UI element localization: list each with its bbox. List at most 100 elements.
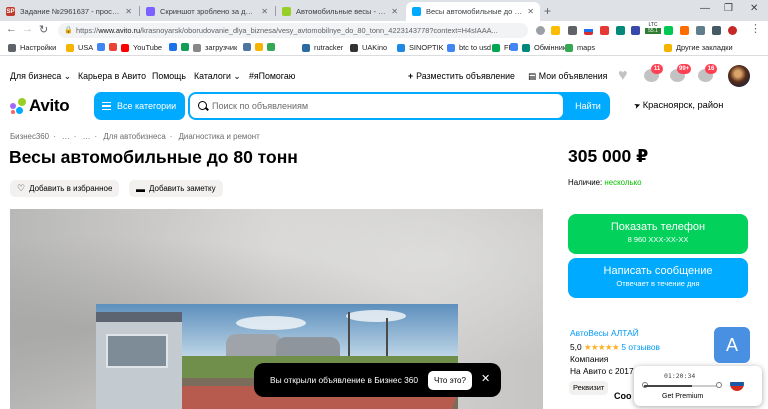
bookmark-item[interactable] [169, 43, 181, 51]
breadcrumb-item[interactable]: Бизнес360 [10, 132, 49, 141]
extension-icon[interactable] [600, 26, 609, 35]
breadcrumb-item[interactable]: … [83, 132, 91, 141]
search-input[interactable]: Поиск по объявлениям [190, 94, 563, 118]
extension-icon[interactable] [680, 26, 689, 35]
ltc-value: 55.1 [645, 28, 661, 34]
breadcrumb-separator: · [73, 132, 77, 141]
breadcrumb-item[interactable]: … [62, 132, 70, 141]
nav-catalogs[interactable]: Каталоги ⌄ [194, 71, 241, 82]
tab-title: Задание №2961637 - просмотр з [20, 7, 121, 16]
bookmark-item[interactable]: Настройки [8, 43, 56, 52]
seller-name[interactable]: АвтоВесы АЛТАЙ [570, 328, 639, 338]
region-selector[interactable]: ➤Красноярск, район [633, 100, 724, 111]
browser-tab[interactable]: Скриншот зроблено за допомого ✕ [140, 2, 274, 21]
bookmark-item[interactable] [243, 43, 255, 51]
extension-icon[interactable] [568, 26, 577, 35]
search-icon [198, 101, 207, 110]
bookmark-item[interactable] [255, 43, 267, 51]
tab-close-icon[interactable]: ✕ [125, 7, 132, 16]
chevron-down-icon: ⌄ [233, 71, 241, 81]
back-icon[interactable]: ← [6, 23, 17, 35]
toast-what-button[interactable]: Что это? [428, 371, 472, 390]
post-ad-link[interactable]: Разместить объявление [408, 71, 515, 81]
bookmark-label: UAKino [362, 43, 388, 52]
bookmark-item[interactable] [267, 43, 279, 51]
browser-tab[interactable]: Автомобильные весы - Купить о ✕ [276, 2, 404, 21]
send-message-button[interactable]: Написать сообщение Отвечает в течение дн… [568, 258, 748, 298]
search-button[interactable]: Найти [566, 92, 610, 120]
extension-icon[interactable] [664, 26, 673, 35]
forward-icon[interactable]: → [22, 23, 33, 35]
nav-hashtag[interactable]: #яПомогаю [249, 71, 295, 81]
tab-favicon-icon [282, 7, 291, 16]
breadcrumb-item[interactable]: Для автобизнеса [103, 132, 165, 141]
extension-icon[interactable] [616, 26, 625, 35]
bookmark-item[interactable] [109, 43, 121, 51]
bookmark-item[interactable]: загрузчик [193, 43, 237, 52]
nav-business[interactable]: Для бизнеса ⌄ [10, 71, 71, 82]
avatar[interactable] [728, 65, 750, 87]
nav-help[interactable]: Помощь [152, 71, 186, 81]
bookmark-item[interactable]: maps [565, 43, 595, 52]
bookmark-item[interactable]: btc to usd [447, 43, 491, 52]
tab-close-icon[interactable]: ✕ [261, 7, 268, 16]
seller-avatar[interactable]: A [714, 327, 750, 363]
add-note-button[interactable]: ▬ Добавить заметку [129, 180, 223, 197]
bookmark-item[interactable] [181, 43, 193, 51]
bookmark-favicon-icon [492, 43, 500, 52]
notifications-icon[interactable]: 99+ [670, 64, 692, 82]
nav-career[interactable]: Карьера в Авито [78, 71, 146, 81]
bookmark-item[interactable]: USA [66, 43, 93, 52]
url-field[interactable]: 🔒 https://www.avito.ru/krasnoyarsk/oboru… [58, 23, 528, 38]
share-icon[interactable] [536, 26, 545, 35]
bookmark-item[interactable] [97, 43, 109, 51]
window-close-icon[interactable]: ✕ [750, 3, 758, 14]
bookmark-favicon-icon [397, 43, 405, 52]
browser-tab[interactable]: SP Задание №2961637 - просмотр з ✕ [0, 2, 138, 21]
reload-icon[interactable]: ↻ [39, 23, 48, 36]
bookmark-star-icon[interactable] [551, 26, 560, 35]
avito-logo[interactable]: Avito [10, 96, 70, 115]
bookmark-item[interactable] [510, 43, 522, 51]
menu-kebab-icon[interactable]: ⋮ [750, 22, 761, 35]
photo-booth-roof [96, 312, 182, 322]
bookmark-label: maps [577, 43, 596, 52]
add-favorite-button[interactable]: ♡ Добавить в избранное [10, 180, 120, 197]
toast-close-icon[interactable]: ✕ [481, 372, 490, 385]
vpn-flag-icon[interactable] [584, 26, 593, 35]
seller-reviews-link[interactable]: 5 отзывов [621, 342, 660, 352]
cart-icon[interactable]: 16 [698, 64, 717, 82]
russia-flag-icon[interactable] [730, 377, 744, 391]
bookmark-item[interactable]: Обмінник [522, 43, 566, 52]
seller-details-badge[interactable]: Реквизит [569, 381, 609, 395]
get-premium-link[interactable]: Get Premium [662, 393, 703, 400]
business360-toast: Вы открыли объявление в Бизнес 360 Что э… [254, 363, 501, 397]
favorites-heart-icon[interactable]: ♥ [618, 67, 628, 85]
breadcrumb-item[interactable]: Диагностика и ремонт [179, 132, 260, 141]
bookmark-item[interactable]: Другие закладки [664, 43, 733, 52]
maximize-icon[interactable]: ❐ [724, 3, 733, 14]
bookmark-item[interactable]: SINOPTIK [397, 43, 444, 52]
messages-icon[interactable]: 11 [644, 64, 663, 82]
bookmark-favicon-icon [565, 43, 573, 52]
new-tab-button[interactable]: + [544, 4, 551, 18]
tab-close-icon[interactable]: ✕ [527, 7, 534, 16]
all-categories-button[interactable]: Все категории [94, 92, 185, 120]
seller-type: Компания [570, 354, 609, 364]
puzzle-icon[interactable] [712, 26, 721, 35]
minimize-icon[interactable]: — [700, 3, 710, 14]
tab-close-icon[interactable]: ✕ [391, 7, 398, 16]
my-ads-link[interactable]: ▤ Мои объявления [528, 71, 607, 82]
browser-tab-active[interactable]: Весы автомобильные до 80 тонн ✕ [406, 2, 540, 21]
bookmark-item[interactable]: rutracker [302, 43, 343, 52]
show-phone-button[interactable]: Показать телефон 8 960 XXX-XX-XX [568, 214, 748, 254]
tab-favicon-icon [412, 7, 421, 16]
bookmark-favicon-icon [243, 43, 251, 51]
ltc-price-widget[interactable]: LTC 55.1 [645, 22, 661, 34]
bookmark-item[interactable]: YouTube [121, 43, 162, 52]
profile-icon[interactable] [728, 26, 737, 35]
bookmark-item[interactable]: UAKino [350, 43, 387, 52]
notifications-badge: 99+ [677, 64, 692, 74]
extension-icon[interactable] [631, 26, 640, 35]
extension-icon[interactable] [696, 26, 705, 35]
